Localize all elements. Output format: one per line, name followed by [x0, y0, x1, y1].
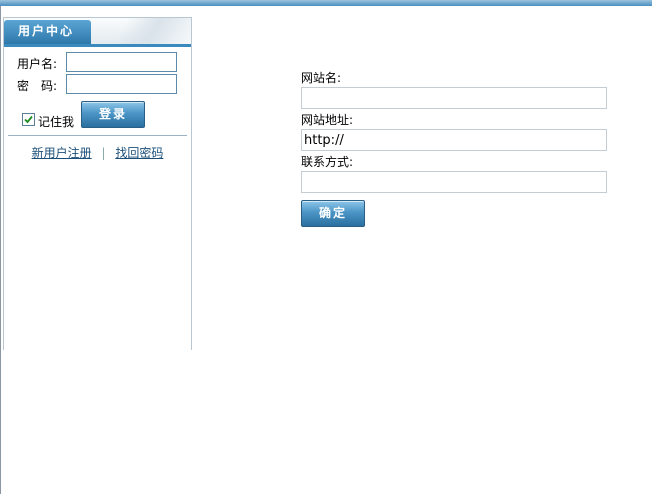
site-name-input[interactable] [301, 87, 607, 109]
remember-checkbox[interactable] [22, 113, 35, 126]
link-divider: | [101, 146, 106, 160]
user-center-panel: 用户中心 用户名: 密 码: 登录 记住我 新用户注册 | 找回密码 [3, 17, 192, 350]
left-border [0, 6, 1, 494]
site-url-input[interactable] [301, 129, 607, 151]
panel-title: 用户中心 [4, 20, 91, 44]
check-icon [24, 115, 33, 124]
remember-label: 记住我 [38, 115, 75, 129]
account-links: 新用户注册 | 找回密码 [4, 144, 191, 161]
panel-header: 用户中心 [4, 18, 191, 47]
forgot-password-link[interactable]: 找回密码 [115, 146, 163, 160]
divider [8, 135, 187, 136]
header-decoration [94, 18, 191, 44]
login-button[interactable]: 登录 [81, 101, 145, 128]
site-url-label: 网站地址: [301, 113, 354, 127]
password-input[interactable] [66, 74, 177, 94]
username-label: 用户名: [17, 57, 58, 71]
site-name-label: 网站名: [301, 71, 342, 85]
top-bar [0, 0, 652, 6]
contact-input[interactable] [301, 171, 607, 193]
username-input[interactable] [66, 52, 177, 72]
password-label: 密 码: [17, 79, 58, 93]
submit-button[interactable]: 确定 [301, 200, 365, 227]
contact-label: 联系方式: [301, 155, 354, 169]
register-link[interactable]: 新用户注册 [32, 146, 92, 160]
